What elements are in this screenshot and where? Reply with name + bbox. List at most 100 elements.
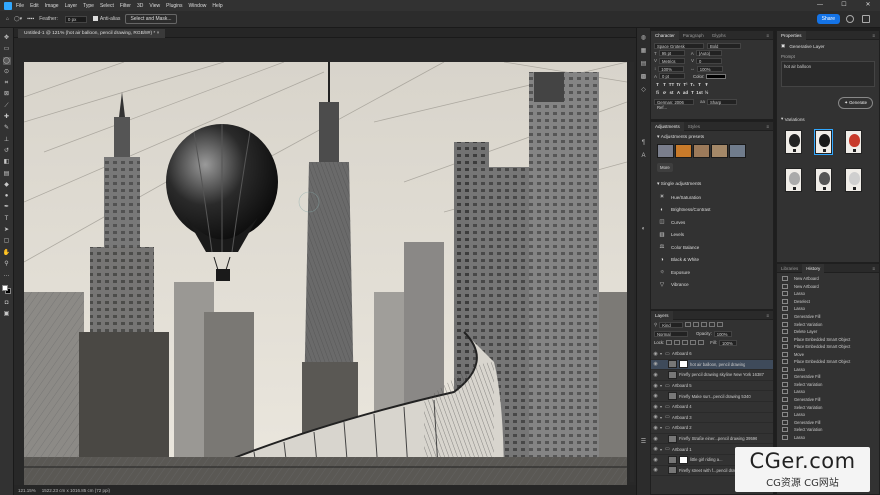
more-tools-icon[interactable]: … <box>3 271 11 279</box>
old-style-button[interactable]: ơ <box>661 90 668 95</box>
language-select[interactable]: German: 2006 Ref... <box>654 98 694 110</box>
visibility-eye-icon[interactable]: ◉ <box>651 351 660 357</box>
fill-field[interactable]: 100% <box>718 339 737 346</box>
healing-brush-icon[interactable]: ✚ <box>3 113 11 121</box>
patterns-panel-icon[interactable]: ▩ <box>640 74 647 81</box>
menu-filter[interactable]: Filter <box>120 3 131 9</box>
character-panel-icon[interactable]: A <box>640 153 647 160</box>
blur-tool-icon[interactable]: ◆ <box>3 181 11 189</box>
text-color-swatch[interactable] <box>706 73 727 79</box>
color-swatches[interactable] <box>2 284 11 294</box>
adjustment-item[interactable]: ▽ Vibrance <box>651 279 773 292</box>
swash-button[interactable]: st <box>668 90 675 95</box>
font-family-select[interactable]: Space Grotesk <box>654 42 704 49</box>
visibility-eye-icon[interactable]: ◉ <box>651 383 660 389</box>
lock-all-icon[interactable] <box>698 340 705 345</box>
dodge-tool-icon[interactable]: ● <box>3 192 11 200</box>
zoom-tool-icon[interactable]: ⚲ <box>3 260 11 268</box>
filter-smart-icon[interactable] <box>717 322 724 327</box>
underline-button[interactable]: T <box>696 82 703 87</box>
filter-pixel-icon[interactable] <box>685 322 692 327</box>
history-item[interactable]: Select Variation <box>777 426 879 434</box>
layer-thumbnail[interactable] <box>668 392 677 401</box>
swatches-panel-icon[interactable]: ▦ <box>640 48 647 55</box>
history-item[interactable]: Select Variation <box>777 320 879 328</box>
preset-thumb-3[interactable] <box>693 144 710 158</box>
visibility-eye-icon[interactable]: ◉ <box>651 414 660 420</box>
adjustment-item[interactable]: ☀ Hue/Saturation <box>651 191 773 204</box>
maximize-icon[interactable]: ☐ <box>832 0 856 11</box>
baseline-shift-field[interactable]: 0 pt <box>659 73 686 80</box>
feather-input[interactable]: 0 px <box>64 15 87 23</box>
layer-row[interactable]: ◉ ▾ ▭ Artboard 6 <box>651 349 773 360</box>
lasso-tool-preset-icon[interactable]: ◯▾ <box>14 16 22 22</box>
panel-menu-icon[interactable]: ≡ <box>868 31 879 40</box>
tracking-field[interactable]: 0 <box>696 57 723 64</box>
menu-edit[interactable]: Edit <box>30 3 39 9</box>
filter-shape-icon[interactable] <box>709 322 716 327</box>
adjustment-item[interactable]: ◫ Curves <box>651 216 773 229</box>
leading-field[interactable]: (Auto) <box>695 50 722 57</box>
visibility-eye-icon[interactable]: ◉ <box>651 372 660 378</box>
subscript-button[interactable]: T₁ <box>689 82 696 87</box>
history-item[interactable]: New Artboard <box>777 283 879 291</box>
menu-file[interactable]: File <box>16 3 24 9</box>
visibility-eye-icon[interactable]: ◉ <box>651 393 660 399</box>
lasso-tool-icon[interactable]: ◯ <box>2 56 11 65</box>
all-caps-button[interactable]: TT <box>668 82 675 87</box>
adjustments-panel-icon[interactable]: ◐ <box>640 226 647 233</box>
contextual-button[interactable]: T <box>689 90 696 95</box>
history-brush-icon[interactable]: ↺ <box>3 147 11 155</box>
layer-row[interactable]: ◉ Firefly Make surr...pencil drawing 5340 <box>651 391 773 402</box>
ordinals-button[interactable]: 1st <box>696 90 703 95</box>
menu-select[interactable]: Select <box>100 3 114 9</box>
share-button[interactable]: Share <box>816 14 840 24</box>
history-item[interactable]: Lasso <box>777 388 879 396</box>
history-item[interactable]: Generative Fill <box>777 373 879 381</box>
menu-layer[interactable]: Layer <box>65 3 78 9</box>
history-item[interactable]: Deselect <box>777 298 879 306</box>
layer-thumbnail[interactable] <box>668 466 677 475</box>
fractions-button[interactable]: ½ <box>703 90 710 95</box>
history-item[interactable]: Place Embedded Smart Object <box>777 343 879 351</box>
tab-character[interactable]: Character <box>651 30 679 40</box>
history-item[interactable]: Lasso <box>777 290 879 298</box>
history-item[interactable]: Lasso <box>777 366 879 374</box>
menu-type[interactable]: Type <box>83 3 94 9</box>
paragraph-panel-icon[interactable]: ¶ <box>640 140 647 147</box>
clone-stamp-icon[interactable]: ⊥ <box>3 136 11 144</box>
visibility-eye-icon[interactable]: ◉ <box>651 404 660 410</box>
faux-italic-button[interactable]: T <box>661 82 668 87</box>
quick-select-tool-icon[interactable]: ⊙ <box>3 68 11 76</box>
adjustment-item[interactable]: ◑ Black & White <box>651 254 773 267</box>
photoshop-logo-icon[interactable] <box>4 1 12 10</box>
eraser-tool-icon[interactable]: ◧ <box>3 158 11 166</box>
history-item[interactable]: Generative Fill <box>777 313 879 321</box>
select-and-mask-button[interactable]: Select and Mask... <box>125 14 177 24</box>
eyedropper-tool-icon[interactable]: ⟋ <box>3 102 11 110</box>
small-caps-button[interactable]: Tr <box>675 82 682 87</box>
quick-mask-icon[interactable]: ◘ <box>3 299 11 307</box>
panel-menu-icon[interactable]: ≡ <box>762 31 773 40</box>
canvas-scrollbar[interactable] <box>630 62 634 482</box>
preset-thumb-2[interactable] <box>675 144 692 158</box>
history-item[interactable]: Place Embedded Smart Object <box>777 335 879 343</box>
history-item[interactable]: Select Variation <box>777 403 879 411</box>
document-tab[interactable]: Untitled-1 @ 121% (hot air balloon, penc… <box>18 29 166 38</box>
menu-help[interactable]: Help <box>212 3 222 9</box>
brush-tool-icon[interactable]: ✎ <box>3 124 11 132</box>
panel-menu-icon[interactable]: ≡ <box>762 311 773 320</box>
lock-pixels-icon[interactable] <box>666 340 673 345</box>
gradient-tool-icon[interactable]: ▤ <box>3 170 11 178</box>
layer-mask-thumbnail[interactable] <box>679 455 688 464</box>
visibility-eye-icon[interactable]: ◉ <box>651 436 660 442</box>
filter-kind-select[interactable]: Kind <box>659 321 684 328</box>
visibility-eye-icon[interactable]: ◉ <box>651 425 660 431</box>
history-item[interactable]: Select Variation <box>777 381 879 389</box>
tab-glyphs[interactable]: Glyphs <box>708 31 730 40</box>
variation-thumbnail[interactable] <box>785 168 802 192</box>
pen-tool-icon[interactable]: ✒ <box>3 203 11 211</box>
tab-libraries[interactable]: Libraries <box>777 264 802 273</box>
layer-row[interactable]: ◉ ▾ ▭ Artboard 5 <box>651 381 773 392</box>
shape-tool-icon[interactable]: ▢ <box>3 237 11 245</box>
